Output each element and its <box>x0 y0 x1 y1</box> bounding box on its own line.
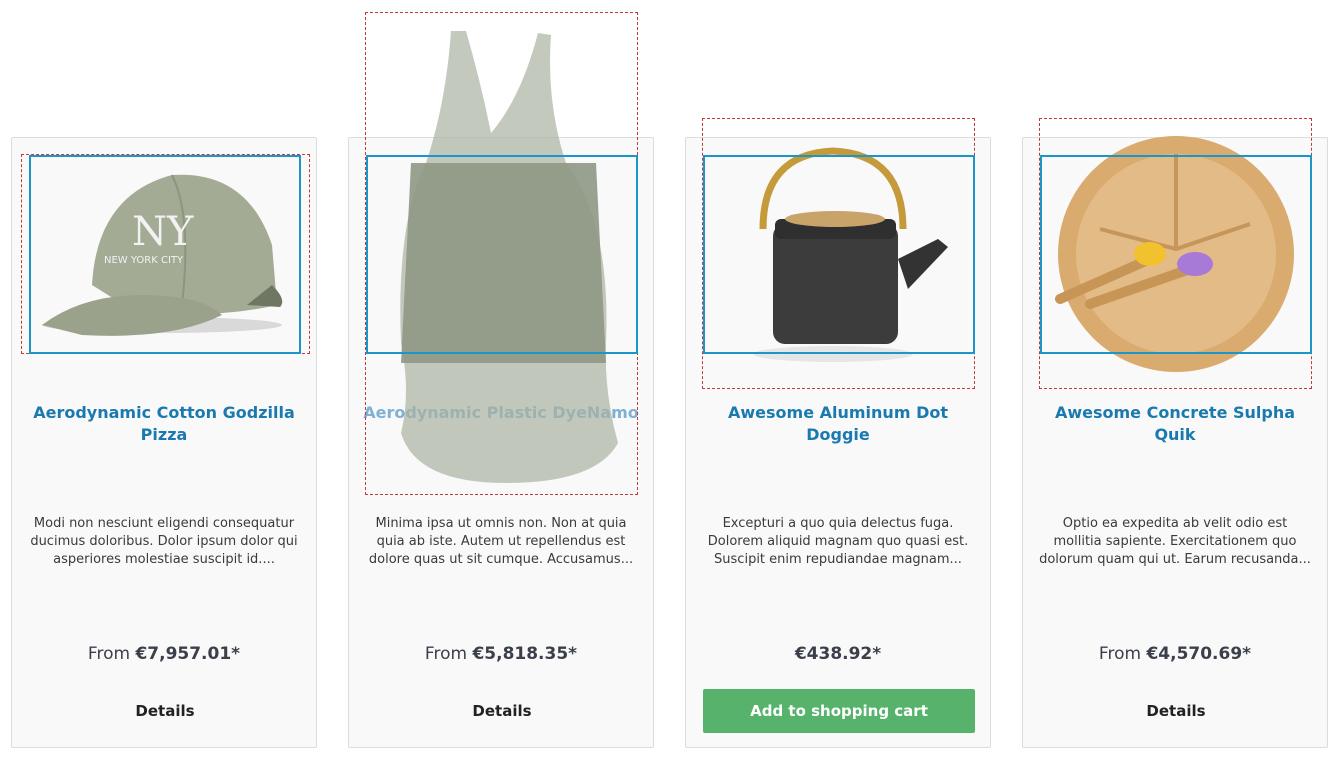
details-button[interactable]: Details <box>29 689 301 733</box>
price-value: €4,570.69* <box>1146 644 1252 664</box>
product-price: From €4,570.69* <box>1023 644 1327 664</box>
product-title[interactable]: Awesome Concrete Sulpha Quik <box>1033 402 1317 446</box>
product-description: Minima ipsa ut omnis non. Non at quia qu… <box>368 516 634 567</box>
price-value: €7,957.01* <box>135 644 241 664</box>
details-button[interactable]: Details <box>366 689 638 733</box>
product-card: Aerodynamic Plastic DyeNamo Minima ipsa … <box>348 12 654 748</box>
product-price: €438.92* <box>686 644 990 664</box>
product-description: Optio ea expedita ab velit odio est moll… <box>1039 516 1311 567</box>
product-card: Awesome Aluminum Dot Doggie Excepturi a … <box>685 118 991 748</box>
price-prefix: From <box>87 644 136 664</box>
product-title[interactable]: Aerodynamic Cotton Godzilla Pizza <box>22 402 306 446</box>
product-grid: NY NEW YORK CITY Aerodynamic Cotton Godz… <box>0 0 1340 760</box>
price-prefix: From <box>424 644 473 664</box>
product-description: Modi non nesciunt eligendi consequatur d… <box>30 516 298 567</box>
svg-text:NY: NY <box>132 209 194 255</box>
price-value: €438.92* <box>794 644 882 664</box>
price-value: €5,818.35* <box>472 644 578 664</box>
product-image[interactable] <box>1039 118 1312 389</box>
details-button[interactable]: Details <box>1040 689 1312 733</box>
product-description: Excepturi a quo quia delectus fuga. Dolo… <box>707 516 969 567</box>
svg-text:NEW YORK CITY: NEW YORK CITY <box>104 255 184 266</box>
product-card: Awesome Concrete Sulpha Quik Optio ea ex… <box>1022 118 1328 748</box>
product-image[interactable] <box>365 12 638 495</box>
product-card: NY NEW YORK CITY Aerodynamic Cotton Godz… <box>11 137 317 748</box>
product-image[interactable]: NY NEW YORK CITY <box>21 154 310 354</box>
product-title[interactable]: Awesome Aluminum Dot Doggie <box>696 402 980 446</box>
product-image[interactable] <box>702 118 975 389</box>
product-price: From €7,957.01* <box>12 644 316 664</box>
price-prefix: From <box>1098 644 1147 664</box>
product-price: From €5,818.35* <box>349 644 653 664</box>
add-to-cart-button[interactable]: Add to shopping cart <box>703 689 975 733</box>
